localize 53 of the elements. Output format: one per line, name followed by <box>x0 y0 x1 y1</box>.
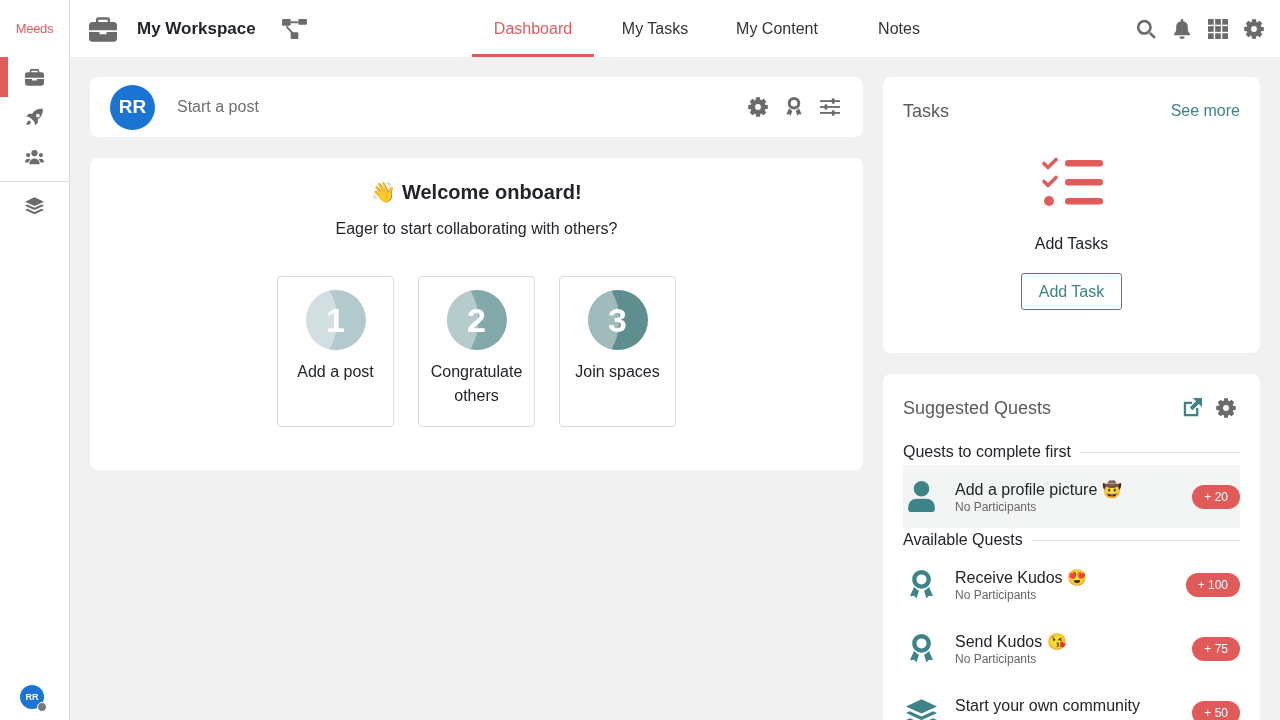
hierarchy-icon[interactable] <box>281 18 307 39</box>
quest-title[interactable]: Start your own community <box>955 696 1193 716</box>
step-number: 1 <box>305 290 366 350</box>
rocket-icon <box>25 108 44 126</box>
see-more-link[interactable]: See more <box>1170 102 1240 120</box>
briefcase-icon <box>89 15 117 42</box>
person-icon <box>907 481 935 512</box>
tab[interactable]: Notes <box>838 0 960 57</box>
briefcase-icon <box>25 68 44 86</box>
settings-icon[interactable] <box>748 97 768 117</box>
quest-title[interactable]: Add a profile picture 🤠 <box>955 479 1193 500</box>
card-title: Tasks <box>903 100 949 122</box>
tab[interactable]: My Tasks <box>594 0 716 57</box>
award-icon <box>908 634 934 664</box>
award-icon[interactable] <box>784 97 804 117</box>
start-post-prompt[interactable]: Start a post <box>177 98 259 115</box>
points-badge: + 100 <box>1185 573 1240 597</box>
participants-label: No Participants <box>955 588 1038 602</box>
settings-icon[interactable] <box>1244 18 1264 39</box>
user-avatar: RR <box>110 84 155 130</box>
step-number: 2 <box>446 290 507 350</box>
people-icon <box>25 148 44 166</box>
quest-title[interactable]: Receive Kudos 😍 <box>955 568 1186 588</box>
section-title: Quests to complete first <box>903 443 1072 461</box>
welcome-title: 👋 Welcome onboard! <box>371 180 582 205</box>
card-title: Suggested Quests <box>903 397 1052 419</box>
tab[interactable]: Dashboard <box>472 0 594 57</box>
bell-icon[interactable] <box>1172 18 1192 39</box>
logo[interactable]: Meeds <box>15 21 54 36</box>
quest-title[interactable]: Send Kudos 😘 <box>955 632 1193 652</box>
add-task-button[interactable]: Add Task <box>1020 273 1123 310</box>
points-badge: + 20 <box>1192 484 1240 509</box>
checklist-icon <box>1040 157 1103 207</box>
empty-state-label: Add Tasks <box>1034 234 1109 254</box>
step-card[interactable]: 2 Congratulate others <box>418 276 535 427</box>
award-icon <box>908 570 934 600</box>
space-name: My Workspace <box>137 18 256 39</box>
settings-icon[interactable] <box>1216 398 1236 418</box>
points-badge: + 50 <box>1192 701 1240 720</box>
tab[interactable]: My Content <box>716 0 838 57</box>
user-avatar[interactable]: RR <box>20 685 44 709</box>
points-badge: + 75 <box>1192 637 1240 661</box>
participants-label: No Participants <box>955 652 1038 666</box>
section-title: Available Quests <box>903 531 1023 549</box>
grid-icon[interactable] <box>1208 18 1228 39</box>
external-link-icon[interactable] <box>1182 398 1202 418</box>
layers-icon <box>25 197 44 215</box>
sliders-icon[interactable] <box>820 97 840 117</box>
search-icon[interactable] <box>1136 18 1156 39</box>
welcome-subtitle: Eager to start collaborating with others? <box>335 219 618 239</box>
participants-label: No Participants <box>955 499 1038 514</box>
layers-icon <box>905 698 937 720</box>
step-card[interactable]: 1 Add a post <box>277 276 394 427</box>
